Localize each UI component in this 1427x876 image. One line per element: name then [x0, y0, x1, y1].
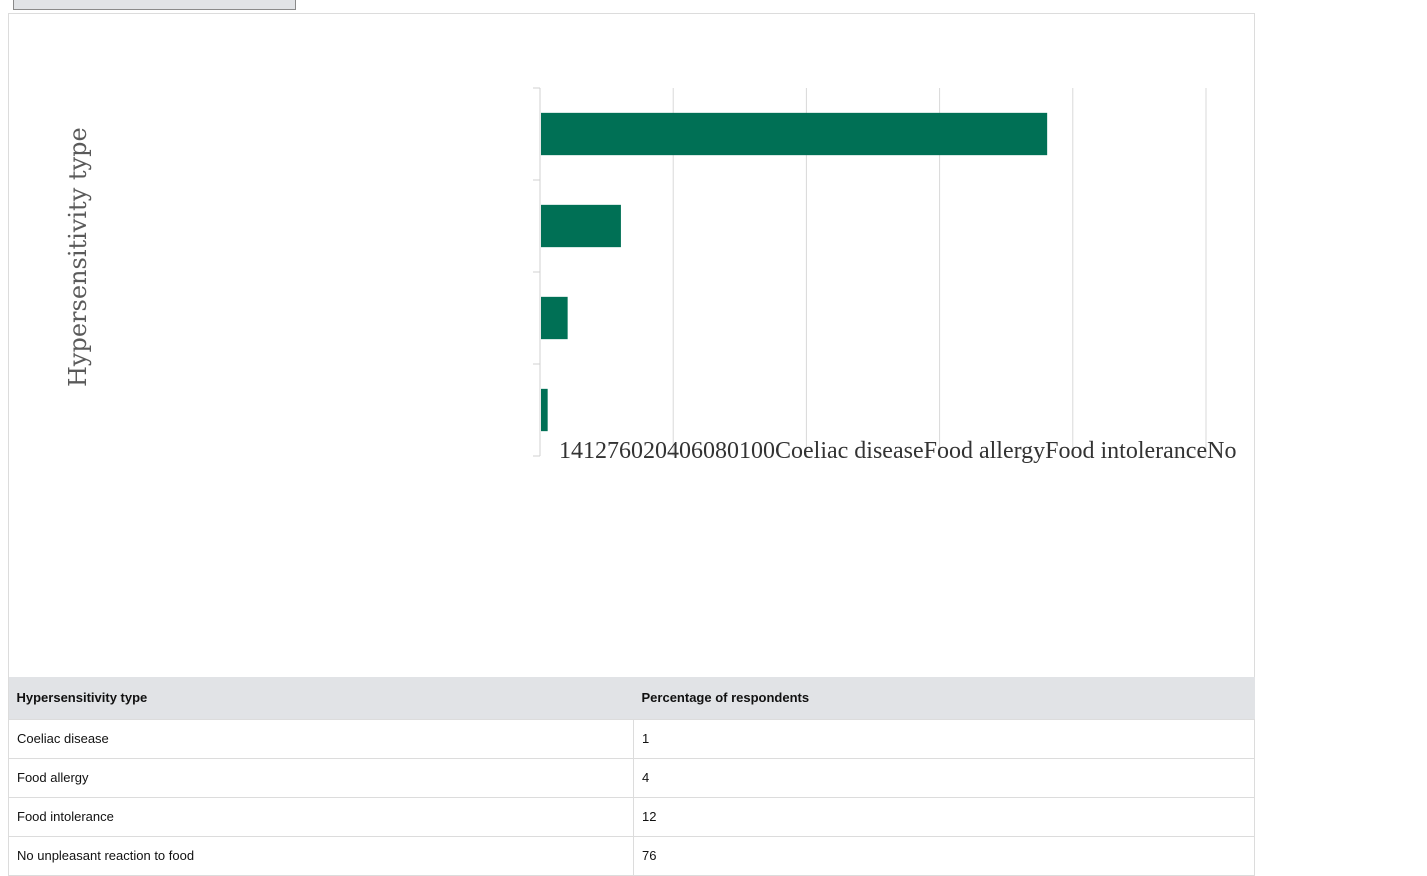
bar-chart: Hypersensitivity type	[64, 87, 1207, 457]
bar	[541, 388, 548, 432]
top-tab[interactable]	[13, 0, 296, 10]
table-cell-type: No unpleasant reaction to food	[8, 835, 634, 876]
table-row: Coeliac disease 1	[8, 718, 1255, 759]
bar	[541, 296, 568, 340]
table-row: Food allergy 4	[8, 757, 1255, 798]
table-cell-type: Coeliac disease	[8, 718, 634, 759]
table-header-row: Hypersensitivity type Percentage of resp…	[8, 677, 1255, 719]
column-header-percentage: Percentage of respondents	[633, 677, 1255, 719]
bar	[541, 204, 621, 248]
y-axis-title: Hypersensitivity type	[64, 127, 92, 387]
column-header-type: Hypersensitivity type	[8, 677, 634, 719]
table-cell-percentage: 4	[633, 757, 1255, 798]
table-cell-type: Food intolerance	[8, 796, 634, 837]
table-cell-percentage: 76	[633, 835, 1255, 876]
table-cell-percentage: 1	[633, 718, 1255, 759]
data-table: Hypersensitivity type Percentage of resp…	[8, 677, 1255, 876]
table-cell-percentage: 12	[633, 796, 1255, 837]
table-row: No unpleasant reaction to food 76	[8, 835, 1255, 876]
table-cell-type: Food allergy	[8, 757, 634, 798]
table-row: Food intolerance 12	[8, 796, 1255, 837]
bar	[541, 112, 1048, 156]
bars	[541, 112, 1048, 432]
